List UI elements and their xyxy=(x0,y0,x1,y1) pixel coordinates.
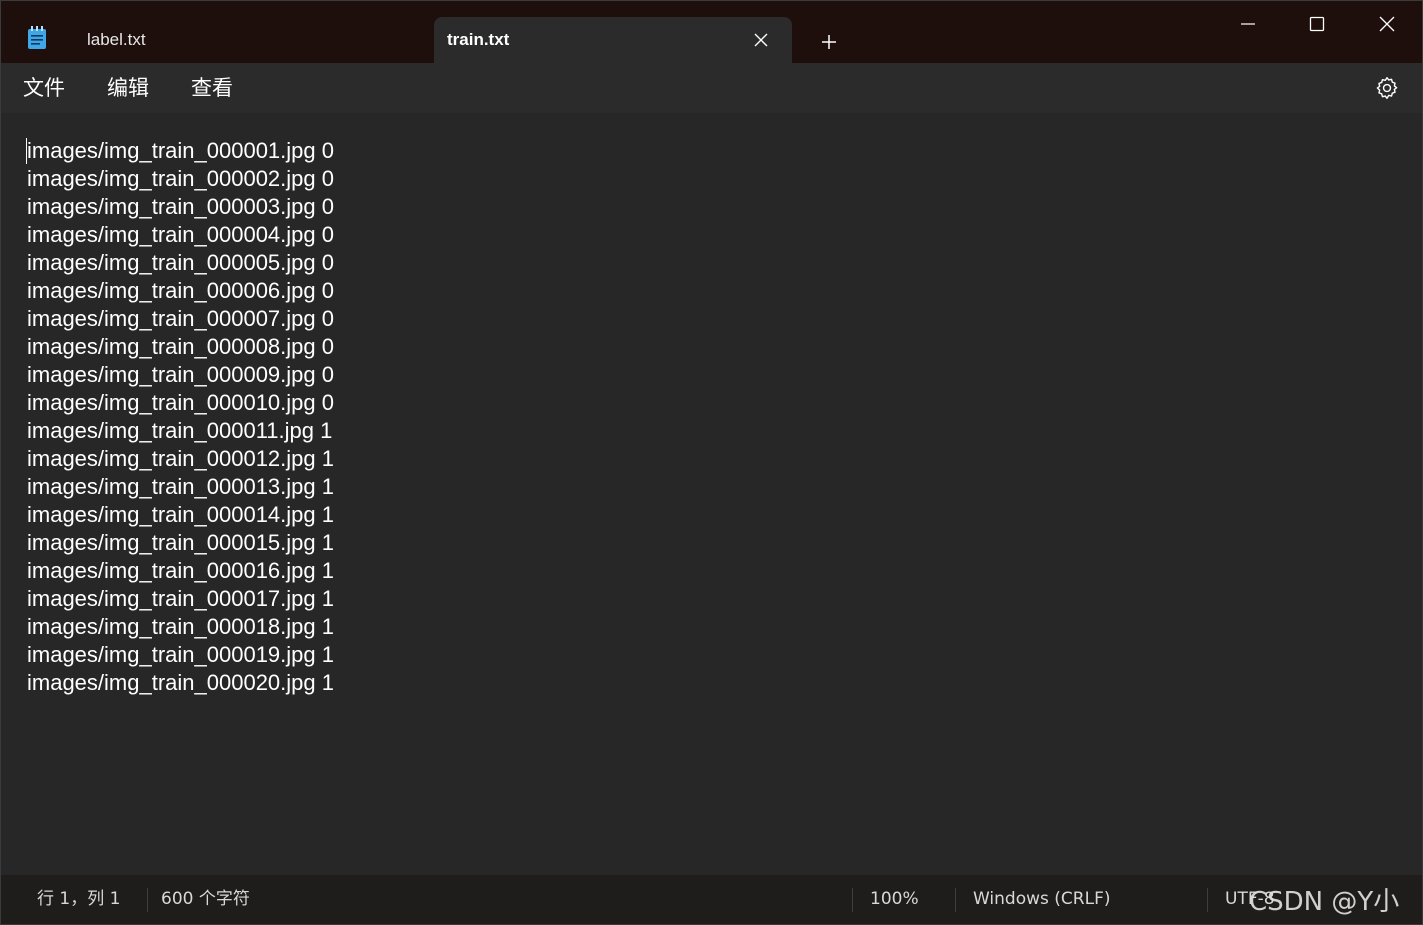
text-line: images/img_train_000019.jpg 1 xyxy=(27,642,334,667)
tab-label: label.txt xyxy=(87,30,146,49)
editor-lines: images/img_train_000001.jpg 0 images/img_… xyxy=(27,137,334,697)
text-line: images/img_train_000017.jpg 1 xyxy=(27,586,334,611)
char-count: 600 个字符 xyxy=(161,889,250,909)
text-line: images/img_train_000003.jpg 0 xyxy=(27,194,334,219)
text-line: images/img_train_000014.jpg 1 xyxy=(27,502,334,527)
text-line: images/img_train_000006.jpg 0 xyxy=(27,278,334,303)
text-line: images/img_train_000008.jpg 0 xyxy=(27,334,334,359)
text-line: images/img_train_000013.jpg 1 xyxy=(27,474,334,499)
minimize-icon[interactable] xyxy=(1213,1,1283,47)
status-divider xyxy=(955,888,956,912)
menu-file[interactable]: 文件 xyxy=(23,63,65,113)
text-line: images/img_train_000002.jpg 0 xyxy=(27,166,334,191)
close-tab-icon[interactable] xyxy=(750,29,772,51)
notepad-icon xyxy=(27,26,47,50)
text-line: images/img_train_000012.jpg 1 xyxy=(27,446,334,471)
maximize-icon[interactable] xyxy=(1282,1,1352,47)
menu-bar: 文件 编辑 查看 xyxy=(1,63,1422,113)
text-line: images/img_train_000007.jpg 0 xyxy=(27,306,334,331)
tab-label: train.txt xyxy=(447,30,510,49)
plus-icon[interactable] xyxy=(815,28,843,56)
menu-edit[interactable]: 编辑 xyxy=(107,63,149,113)
text-line: images/img_train_000018.jpg 1 xyxy=(27,614,334,639)
text-line: images/img_train_000004.jpg 0 xyxy=(27,222,334,247)
status-divider xyxy=(147,888,148,912)
status-divider xyxy=(1207,888,1208,912)
status-bar: 行 1，列 1 600 个字符 100% Windows (CRLF) UTF-… xyxy=(1,875,1422,924)
text-line: images/img_train_000010.jpg 0 xyxy=(27,390,334,415)
tab-label-txt[interactable]: label.txt xyxy=(63,17,423,63)
gear-icon[interactable] xyxy=(1374,75,1400,101)
menu-view[interactable]: 查看 xyxy=(191,63,233,113)
text-editor[interactable]: images/img_train_000001.jpg 0 images/img_… xyxy=(1,113,1422,875)
text-line: images/img_train_000015.jpg 1 xyxy=(27,530,334,555)
text-line: images/img_train_000016.jpg 1 xyxy=(27,558,334,583)
watermark: CSDN @Y小夜 xyxy=(1249,887,1400,917)
text-line: images/img_train_000001.jpg 0 xyxy=(27,138,334,163)
zoom-level[interactable]: 100% xyxy=(870,875,919,924)
text-line: images/img_train_000005.jpg 0 xyxy=(27,250,334,275)
status-divider xyxy=(852,888,853,912)
cursor-position: 行 1，列 1 xyxy=(37,889,121,909)
close-icon[interactable] xyxy=(1352,1,1422,47)
line-ending[interactable]: Windows (CRLF) xyxy=(973,875,1111,924)
notepad-window: label.txt train.txt 文件 编辑 查看 images/img_… xyxy=(0,0,1423,925)
title-bar: label.txt train.txt xyxy=(1,1,1422,63)
text-line: images/img_train_000009.jpg 0 xyxy=(27,362,334,387)
tab-train-txt[interactable]: train.txt xyxy=(434,17,792,63)
text-line: images/img_train_000020.jpg 1 xyxy=(27,670,334,695)
text-line: images/img_train_000011.jpg 1 xyxy=(27,418,333,443)
